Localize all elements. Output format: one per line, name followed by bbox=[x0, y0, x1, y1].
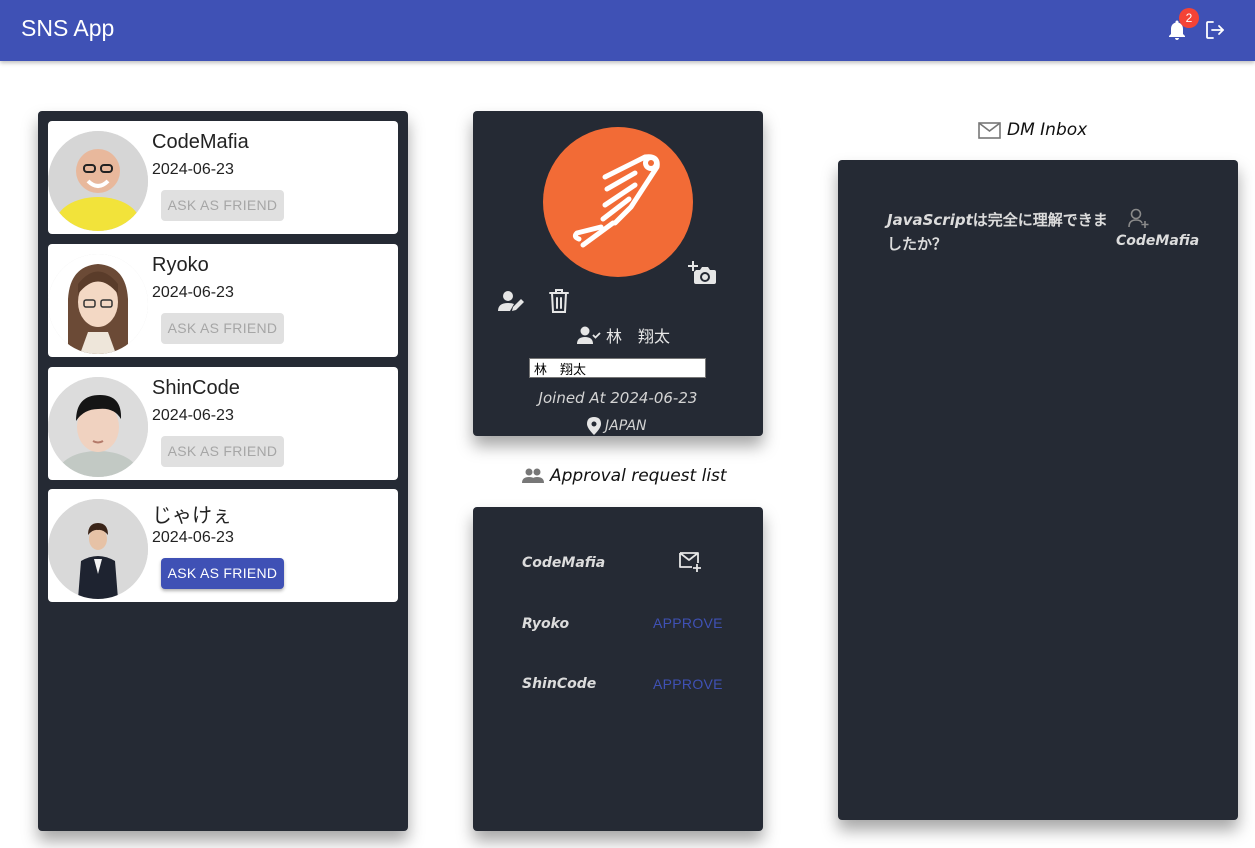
country-label: JAPAN bbox=[605, 418, 647, 434]
user-card: Ryoko 2024-06-23 ASK AS FRIEND bbox=[48, 244, 398, 357]
user-card: じゃけぇ 2024-06-23 ASK AS FRIEND bbox=[48, 489, 398, 602]
user-avatar bbox=[48, 499, 148, 599]
ask-as-friend-button[interactable]: ASK AS FRIEND bbox=[161, 436, 284, 467]
dm-heading-text: DM Inbox bbox=[1007, 120, 1088, 140]
delete-icon[interactable] bbox=[548, 288, 570, 314]
approve-button[interactable]: APPROVE bbox=[653, 676, 723, 692]
ask-as-friend-button[interactable]: ASK AS FRIEND bbox=[161, 190, 284, 221]
location-pin-icon bbox=[587, 417, 601, 435]
user-joined-date: 2024-06-23 bbox=[152, 161, 234, 178]
user-list-panel: CodeMafia 2024-06-23 ASK AS FRIEND Ryoko… bbox=[38, 111, 408, 831]
verified-user-icon bbox=[577, 326, 601, 344]
user-joined-date: 2024-06-23 bbox=[152, 529, 234, 546]
group-icon bbox=[522, 468, 544, 483]
dm-message-prefix: JavaScript bbox=[887, 211, 973, 229]
request-user-name: Ryoko bbox=[522, 616, 570, 632]
approve-button[interactable]: APPROVE bbox=[653, 615, 723, 631]
dm-message[interactable]: JavaScriptは完全に理解できましたか？ bbox=[887, 208, 1109, 256]
user-name: Ryoko bbox=[152, 254, 209, 276]
user-joined-date: 2024-06-23 bbox=[152, 407, 234, 424]
postman-logo-icon bbox=[572, 154, 660, 248]
verified-user-row: 林 翔太 bbox=[577, 323, 670, 347]
request-user-name: CodeMafia bbox=[522, 555, 606, 571]
app-title: SNS App bbox=[21, 15, 115, 41]
app-bar: SNS App 2 bbox=[0, 0, 1255, 61]
logout-icon[interactable] bbox=[1203, 18, 1227, 42]
dm-inbox-panel: JavaScriptは完全に理解できましたか？ CodeMafia bbox=[838, 160, 1238, 820]
approval-heading-text: Approval request list bbox=[550, 466, 727, 486]
user-name: じゃけぇ bbox=[152, 505, 232, 527]
country-row: JAPAN bbox=[587, 417, 647, 435]
profile-name-input[interactable] bbox=[529, 358, 706, 378]
profile-display-name: 林 翔太 bbox=[606, 329, 671, 346]
send-message-icon[interactable] bbox=[678, 549, 704, 573]
request-user-name: ShinCode bbox=[522, 676, 597, 692]
dm-sender-name: CodeMafia bbox=[1116, 233, 1200, 249]
profile-avatar bbox=[543, 127, 693, 277]
user-name: CodeMafia bbox=[152, 131, 249, 153]
add-photo-icon[interactable] bbox=[686, 258, 718, 288]
user-avatar bbox=[48, 377, 148, 477]
edit-user-icon[interactable] bbox=[498, 289, 526, 313]
user-card: CodeMafia 2024-06-23 ASK AS FRIEND bbox=[48, 121, 398, 234]
dm-inbox-heading: DM Inbox bbox=[978, 120, 1087, 140]
profile-panel: 林 翔太 Joined At 2024-06-23 JAPAN bbox=[473, 111, 763, 436]
notification-badge: 2 bbox=[1179, 8, 1199, 28]
user-avatar bbox=[48, 131, 148, 231]
user-avatar bbox=[48, 254, 148, 354]
ask-as-friend-button[interactable]: ASK AS FRIEND bbox=[161, 558, 284, 589]
add-person-icon bbox=[1128, 208, 1149, 228]
user-card: ShinCode 2024-06-23 ASK AS FRIEND bbox=[48, 367, 398, 480]
mail-icon bbox=[978, 121, 1001, 139]
user-name: ShinCode bbox=[152, 377, 240, 399]
joined-date: Joined At 2024-06-23 bbox=[538, 389, 698, 407]
ask-as-friend-button[interactable]: ASK AS FRIEND bbox=[161, 313, 284, 344]
approval-request-panel: CodeMafia Ryoko APPROVE ShinCode APPROVE bbox=[473, 507, 763, 831]
user-joined-date: 2024-06-23 bbox=[152, 284, 234, 301]
approval-request-heading: Approval request list bbox=[522, 466, 727, 486]
